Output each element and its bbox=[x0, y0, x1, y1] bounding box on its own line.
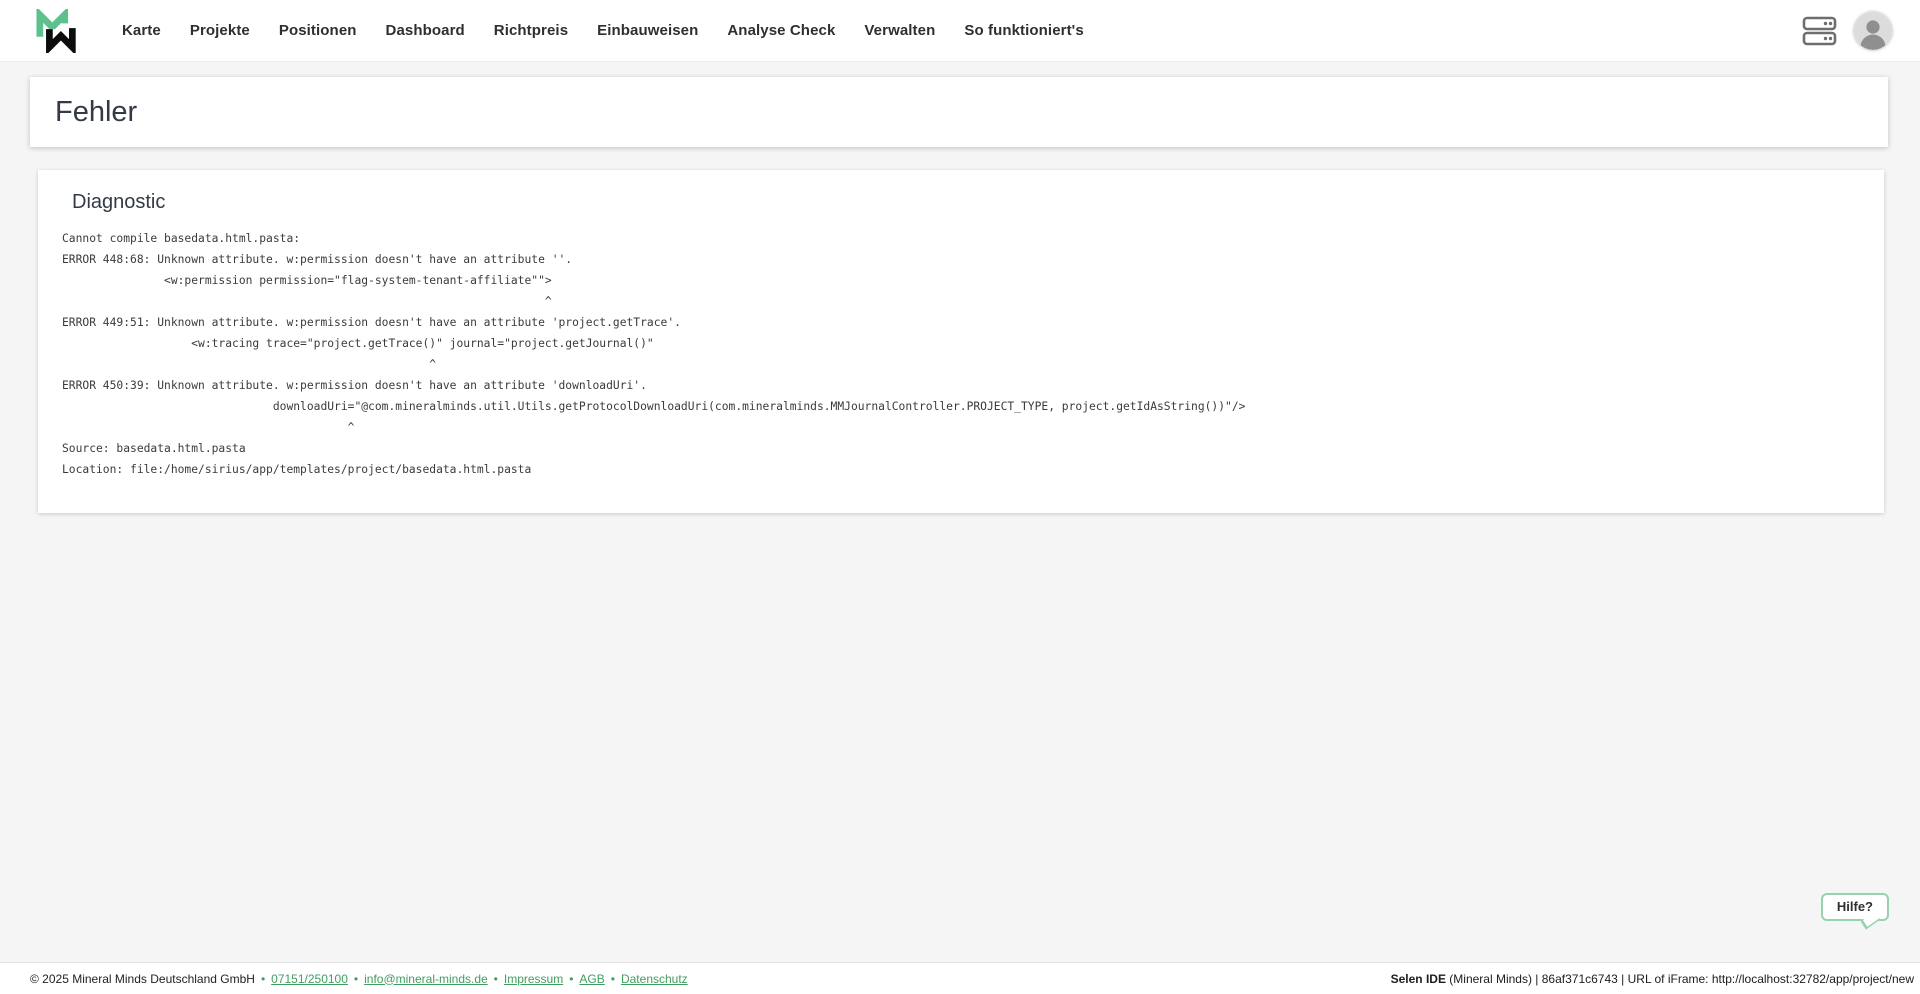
error-header-card: Fehler bbox=[30, 77, 1888, 147]
diagnostic-output: Cannot compile basedata.html.pasta: ERRO… bbox=[62, 228, 1860, 480]
nav-item-positionen[interactable]: Positionen bbox=[279, 22, 357, 39]
help-button-label: Hilfe? bbox=[1837, 899, 1873, 914]
footer-separator: • bbox=[261, 972, 265, 986]
agb-link[interactable]: AGB bbox=[579, 972, 604, 986]
datenschutz-link[interactable]: Datenschutz bbox=[621, 972, 688, 986]
ide-brand-label: Selen IDE bbox=[1391, 972, 1446, 986]
nav-item-so-funktionierts[interactable]: So funktioniert's bbox=[964, 22, 1083, 39]
nav-item-karte[interactable]: Karte bbox=[122, 22, 161, 39]
email-link[interactable]: info@mineral-minds.de bbox=[364, 972, 488, 986]
nav-item-dashboard[interactable]: Dashboard bbox=[386, 22, 465, 39]
user-avatar-icon[interactable] bbox=[1854, 12, 1892, 50]
copyright-text: © 2025 Mineral Minds Deutschland GmbH bbox=[30, 972, 255, 986]
nav-item-richtpreis[interactable]: Richtpreis bbox=[494, 22, 568, 39]
phone-link[interactable]: 07151/250100 bbox=[271, 972, 348, 986]
page-title: Fehler bbox=[55, 96, 137, 129]
footer-separator: • bbox=[611, 972, 615, 986]
help-button[interactable]: Hilfe? bbox=[1821, 893, 1889, 921]
footer-separator: • bbox=[354, 972, 358, 986]
nav-item-verwalten[interactable]: Verwalten bbox=[864, 22, 935, 39]
footer-separator: • bbox=[569, 972, 573, 986]
footer-right: Selen IDE (Mineral Minds) | 86af371c6743… bbox=[1391, 972, 1914, 986]
diagnostic-title: Diagnostic bbox=[72, 191, 1860, 214]
iframe-info-text: (Mineral Minds) | 86af371c6743 | URL of … bbox=[1446, 972, 1914, 986]
diagnostic-card: Diagnostic Cannot compile basedata.html.… bbox=[38, 170, 1884, 513]
nav-item-analyse-check[interactable]: Analyse Check bbox=[727, 22, 835, 39]
server-stack-icon[interactable] bbox=[1802, 15, 1838, 47]
top-nav-bar: Karte Projekte Positionen Dashboard Rich… bbox=[0, 0, 1920, 62]
footer-bar: © 2025 Mineral Minds Deutschland GmbH • … bbox=[0, 962, 1920, 994]
footer-separator: • bbox=[494, 972, 498, 986]
footer-left: © 2025 Mineral Minds Deutschland GmbH • … bbox=[30, 972, 688, 986]
nav-item-einbauweisen[interactable]: Einbauweisen bbox=[597, 22, 698, 39]
mineral-minds-logo-icon[interactable] bbox=[36, 9, 80, 53]
impressum-link[interactable]: Impressum bbox=[504, 972, 563, 986]
main-menu: Karte Projekte Positionen Dashboard Rich… bbox=[122, 22, 1084, 39]
nav-right-actions bbox=[1802, 12, 1892, 50]
nav-item-projekte[interactable]: Projekte bbox=[190, 22, 250, 39]
